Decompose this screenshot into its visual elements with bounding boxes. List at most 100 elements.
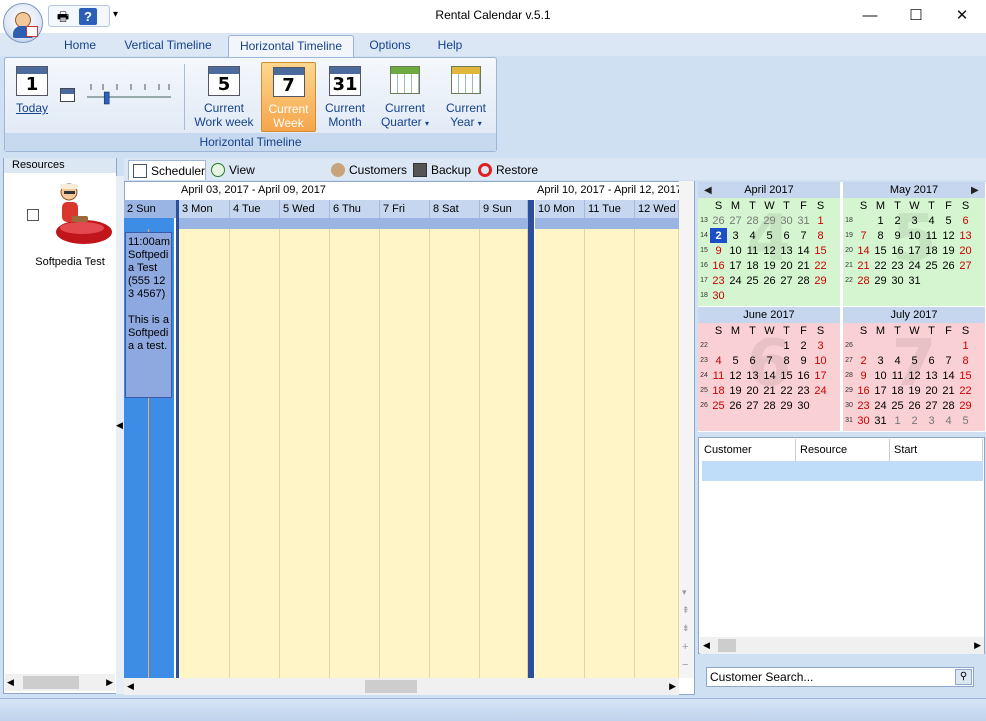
calendar-day[interactable]: 29: [812, 273, 829, 288]
calendar-day[interactable]: 8: [812, 228, 829, 243]
calendar-day[interactable]: 26: [727, 398, 744, 413]
calendar-day[interactable]: 7: [940, 353, 957, 368]
calendar-day[interactable]: 14: [795, 243, 812, 258]
calendar-day[interactable]: 6: [923, 353, 940, 368]
calendar-day[interactable]: 5: [940, 213, 957, 228]
mini-calendar-title[interactable]: May 2017: [843, 182, 985, 198]
reservation-block[interactable]: 11:00am Softpedia Test (555 123 4567) Th…: [125, 232, 172, 398]
calendar-day[interactable]: 19: [906, 383, 923, 398]
calendar-day[interactable]: 15: [778, 368, 795, 383]
day-cell[interactable]: [280, 229, 330, 678]
calendar-day[interactable]: 28: [855, 273, 872, 288]
scroll-right-icon[interactable]: ▶: [106, 677, 113, 688]
calendar-day[interactable]: 24: [812, 383, 829, 398]
day-cell[interactable]: [230, 229, 280, 678]
calendar-day[interactable]: 14: [855, 243, 872, 258]
calendar-day[interactable]: 23: [889, 258, 906, 273]
calendar-day[interactable]: 26: [940, 258, 957, 273]
calendar-day[interactable]: 20: [957, 243, 974, 258]
calendar-day[interactable]: 29: [872, 273, 889, 288]
calendar-day[interactable]: 28: [761, 398, 778, 413]
calendar-day[interactable]: 8: [872, 228, 889, 243]
calendar-day[interactable]: 1: [872, 213, 889, 228]
calendar-day[interactable]: 30: [795, 398, 812, 413]
calendar-day[interactable]: 11: [923, 228, 940, 243]
tab-scheduler[interactable]: Scheduler: [128, 160, 206, 180]
scroll-thumb[interactable]: [23, 676, 79, 689]
calendar-day[interactable]: 1: [812, 213, 829, 228]
close-button[interactable]: ✕: [939, 0, 985, 31]
column-header-customer[interactable]: Customer: [700, 439, 796, 461]
scroll-left-icon[interactable]: ◀: [703, 640, 710, 651]
calendar-day[interactable]: 30: [855, 413, 872, 428]
zoom-slider-thumb[interactable]: [103, 91, 110, 105]
previous-month-icon[interactable]: ◀: [704, 185, 712, 196]
scroll-left-icon[interactable]: ◀: [7, 677, 14, 688]
calendar-day[interactable]: 19: [761, 258, 778, 273]
tab-home[interactable]: Home: [52, 35, 108, 57]
calendar-day[interactable]: 21: [855, 258, 872, 273]
calendar-day[interactable]: 30: [889, 273, 906, 288]
selected-grid-row[interactable]: [702, 461, 983, 481]
calendar-day[interactable]: 12: [940, 228, 957, 243]
scroll-down-icon[interactable]: ▾: [682, 587, 687, 598]
calendar-day[interactable]: 21: [761, 383, 778, 398]
calendar-day[interactable]: 6: [957, 213, 974, 228]
calendar-day[interactable]: 17: [906, 243, 923, 258]
calendar-day[interactable]: 4: [889, 353, 906, 368]
scroll-right-icon[interactable]: ▶: [669, 681, 676, 692]
calendar-day[interactable]: 9: [710, 243, 727, 258]
calendar-day[interactable]: 2: [795, 338, 812, 353]
calendar-day[interactable]: 23: [710, 273, 727, 288]
calendar-day[interactable]: 24: [872, 398, 889, 413]
calendar-day[interactable]: 28: [744, 213, 761, 228]
calendar-day[interactable]: 10: [727, 243, 744, 258]
day-cell[interactable]: [535, 229, 585, 678]
calendar-day[interactable]: 11: [889, 368, 906, 383]
calendar-day[interactable]: 13: [923, 368, 940, 383]
calendar-day[interactable]: 25: [889, 398, 906, 413]
calendar-day[interactable]: 7: [795, 228, 812, 243]
tab-help[interactable]: Help: [426, 35, 474, 57]
calendar-day[interactable]: 15: [957, 368, 974, 383]
calendar-day[interactable]: 28: [795, 273, 812, 288]
calendar-day[interactable]: 18: [710, 383, 727, 398]
calendar-day[interactable]: 21: [940, 383, 957, 398]
calendar-day[interactable]: 17: [872, 383, 889, 398]
calendar-day[interactable]: 2: [710, 228, 727, 243]
calendar-day[interactable]: 21: [795, 258, 812, 273]
calendar-day[interactable]: 3: [923, 413, 940, 428]
calendar-day[interactable]: 30: [710, 288, 727, 303]
resource-name[interactable]: Softpedia Test: [20, 256, 120, 268]
maximize-button[interactable]: ☐: [893, 0, 939, 31]
calendar-day[interactable]: 7: [855, 228, 872, 243]
customer-search-input[interactable]: Customer Search...: [706, 667, 974, 687]
calendar-day[interactable]: 22: [957, 383, 974, 398]
app-menu-button[interactable]: [3, 3, 43, 43]
calendar-day[interactable]: 16: [710, 258, 727, 273]
calendar-day[interactable]: 3: [812, 338, 829, 353]
scheduler-horizontal-scrollbar[interactable]: ◀ ▶: [124, 678, 679, 695]
calendar-day[interactable]: 24: [727, 273, 744, 288]
calendar-day[interactable]: 18: [744, 258, 761, 273]
mini-calendar-title[interactable]: June 2017: [698, 307, 840, 323]
calendar-day[interactable]: 5: [957, 413, 974, 428]
current-year-button[interactable]: Current Year ▾: [440, 66, 492, 132]
calendar-day[interactable]: 27: [744, 398, 761, 413]
calendar-day[interactable]: 27: [957, 258, 974, 273]
current-month-button[interactable]: 31 Current Month: [321, 66, 369, 132]
calendar-day[interactable]: 12: [727, 368, 744, 383]
column-header-resource[interactable]: Resource: [796, 439, 890, 461]
minimize-button[interactable]: —: [847, 0, 893, 31]
calendar-day[interactable]: 9: [795, 353, 812, 368]
calendar-day[interactable]: 17: [727, 258, 744, 273]
calendar-day[interactable]: 25: [710, 398, 727, 413]
calendar-day[interactable]: 10: [812, 353, 829, 368]
resource-checkbox[interactable]: [27, 209, 39, 221]
mini-calendar-title[interactable]: July 2017: [843, 307, 985, 323]
calendar-day[interactable]: 9: [855, 368, 872, 383]
calendar-day[interactable]: 20: [778, 258, 795, 273]
day-cell[interactable]: [480, 229, 528, 678]
zoom-slider[interactable]: [87, 82, 171, 106]
calendar-day[interactable]: 19: [940, 243, 957, 258]
